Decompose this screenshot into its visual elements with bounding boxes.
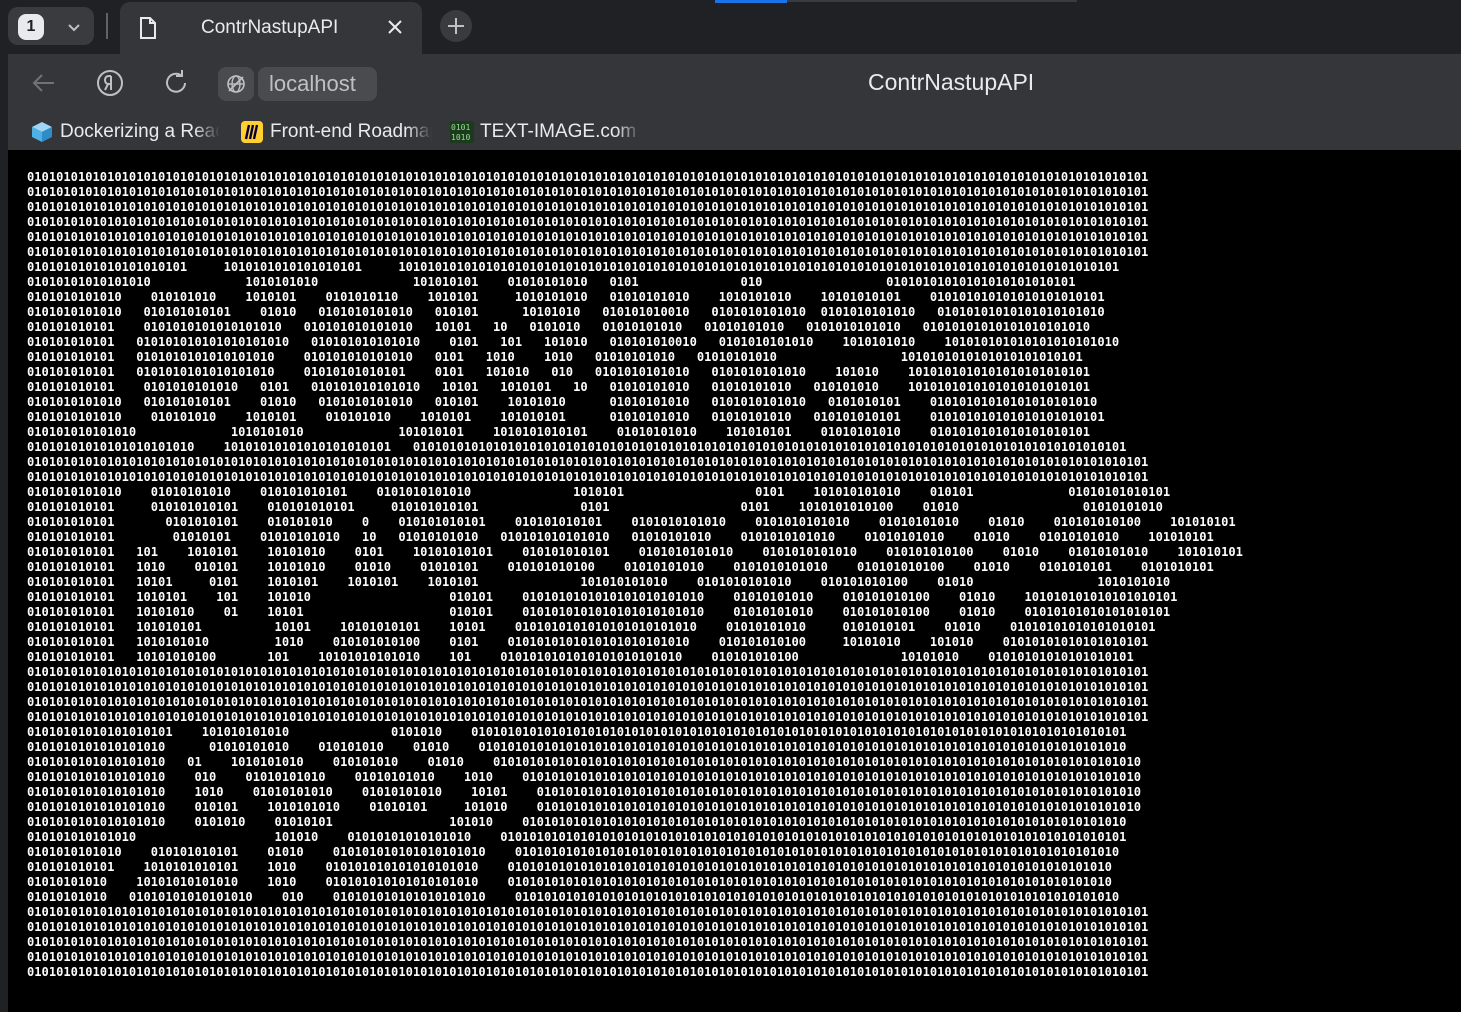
yandex-logo-icon[interactable] <box>94 67 126 99</box>
tab-count-badge[interactable]: 1 <box>18 14 44 40</box>
loading-indicator-track <box>787 0 1077 2</box>
tab-active[interactable]: ContrNastupAPI <box>120 2 422 54</box>
bookmarks-bar: Dockerizing a React Front-end Roadmap 01… <box>8 114 1461 150</box>
tab-strip: 1 ContrNastupAPI <box>0 0 1461 54</box>
cube-icon <box>32 122 52 142</box>
browser-toolbar: localhost ContrNastupAPI <box>8 54 1461 114</box>
page-icon <box>140 17 156 39</box>
svg-text:1010: 1010 <box>451 133 470 142</box>
close-icon[interactable] <box>386 18 404 36</box>
page-viewport: 0101010101010101010101010101010101010101… <box>8 150 1461 1012</box>
new-tab-button[interactable] <box>440 10 472 42</box>
binary-icon: 0101 1010 <box>450 121 474 143</box>
bookmark-dockerizing[interactable]: Dockerizing a React <box>30 119 220 145</box>
site-info-button[interactable] <box>218 67 254 101</box>
chevron-down-icon[interactable] <box>64 17 84 37</box>
bookmark-front-end-roadmap[interactable]: Front-end Roadmap <box>240 119 432 145</box>
loading-indicator <box>715 0 787 3</box>
tab-separator <box>106 13 108 39</box>
svg-text:0101: 0101 <box>451 123 470 132</box>
reload-icon[interactable] <box>160 67 192 99</box>
plus-icon <box>448 18 464 34</box>
address-bar[interactable]: localhost <box>258 67 377 101</box>
tab-counter-group[interactable]: 1 <box>8 7 94 45</box>
tab-title: ContrNastupAPI <box>201 17 339 38</box>
bookmark-text-image[interactable]: 0101 1010 TEXT-IMAGE.com : <box>450 119 642 145</box>
ascii-art-text: 0101010101010101010101010101010101010101… <box>27 170 1243 979</box>
back-arrow-icon[interactable] <box>28 67 60 99</box>
page-title: ContrNastupAPI <box>868 69 1035 95</box>
miro-logo-icon <box>241 121 263 143</box>
globe-slash-icon <box>227 75 245 93</box>
